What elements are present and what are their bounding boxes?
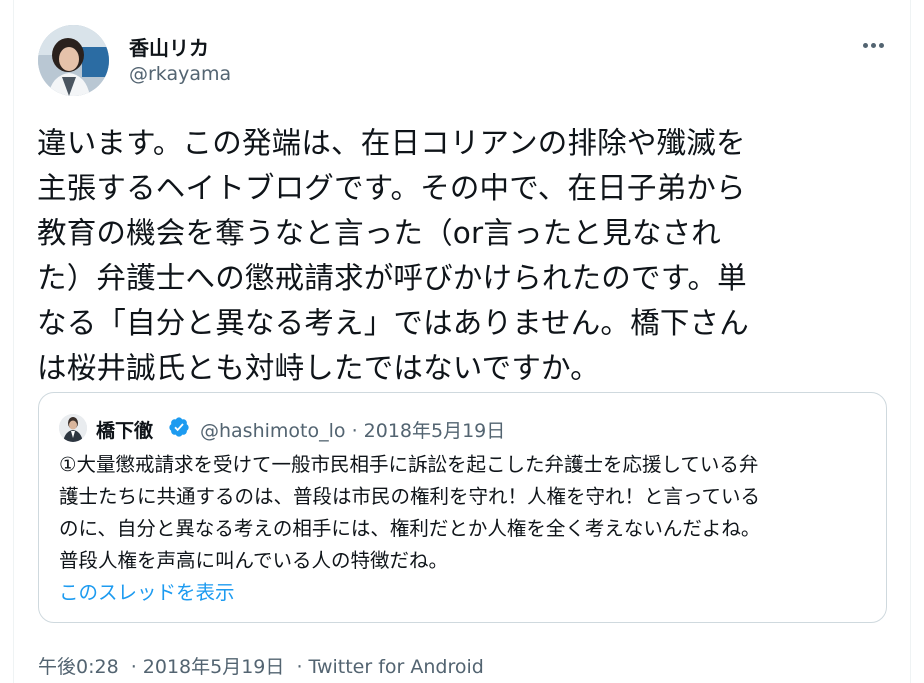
quoted-date: 2018年5月19日 — [363, 420, 506, 442]
author-name[interactable]: 香山リカ — [129, 32, 209, 61]
tweet-text-line: 主張するヘイトブログです。その中で、在日子弟から — [37, 171, 746, 205]
tweet-text: 違います。この発端は、在日コリアンの排除や殲滅を 主張するヘイトブログです。その… — [37, 121, 877, 391]
avatar-image — [38, 25, 109, 96]
quoted-text-line: 護士たちに共通するのは、普段は市民の権利を守れ！人権を守れ！と言っている — [59, 485, 761, 508]
tweet-text-line: 違います。この発端は、在日コリアンの排除や殲滅を — [37, 126, 746, 160]
tweet-text-line: た）弁護士への懲戒請求が呼びかけられたのです。単 — [37, 261, 747, 295]
tweet-source[interactable]: Twitter for Android — [308, 656, 483, 678]
quoted-separator: · — [351, 420, 358, 442]
quoted-text-line: のに、自分と異なる考えの相手には、権利だとか人権を全く考えないんだよね。 — [59, 517, 761, 540]
tweet-date[interactable]: 2018年5月19日 — [143, 656, 285, 678]
verified-badge-icon — [169, 417, 189, 437]
quoted-author-avatar — [59, 414, 87, 442]
tweet-text-line: は桜井誠氏とも対峙したではないですか。 — [37, 351, 600, 385]
quoted-avatar-image — [59, 414, 87, 442]
quoted-text-line: 普段人権を声高に叫んでいる人の特徴だね。 — [59, 549, 449, 572]
author-handle[interactable]: @rkayama — [129, 63, 231, 85]
quoted-meta: @hashimoto_lo · 2018年5月19日 — [200, 416, 505, 443]
tweet-footer: 午後0:28 · 2018年5月19日 · Twitter for Android — [38, 652, 484, 679]
footer-separator: · — [130, 656, 137, 678]
tweet-text-line: なる「自分と異なる考え」ではありません。橋下さん — [37, 306, 749, 340]
show-thread-link[interactable]: このスレッドを表示 — [59, 576, 235, 605]
more-horizontal-icon — [861, 42, 885, 48]
tweet-time[interactable]: 午後0:28 — [38, 656, 119, 678]
author-avatar[interactable] — [38, 25, 109, 96]
quoted-text: ①大量懲戒請求を受けて一般市民相手に訴訟を起こした弁護士を応援している弁 護士た… — [59, 449, 869, 577]
quoted-tweet[interactable]: 橋下徹 @hashimoto_lo · 2018年5月19日 ①大量懲戒請求を受… — [38, 392, 887, 623]
footer-separator: · — [296, 656, 303, 678]
quoted-author-handle: @hashimoto_lo — [200, 420, 346, 442]
more-options-button[interactable] — [858, 30, 888, 60]
quoted-text-line: ①大量懲戒請求を受けて一般市民相手に訴訟を起こした弁護士を応援している弁 — [59, 453, 759, 476]
quoted-author-name: 橋下徹 — [96, 420, 154, 442]
tweet-text-line: 教育の機会を奪うなと言った（or言ったと見なされ — [37, 216, 721, 250]
